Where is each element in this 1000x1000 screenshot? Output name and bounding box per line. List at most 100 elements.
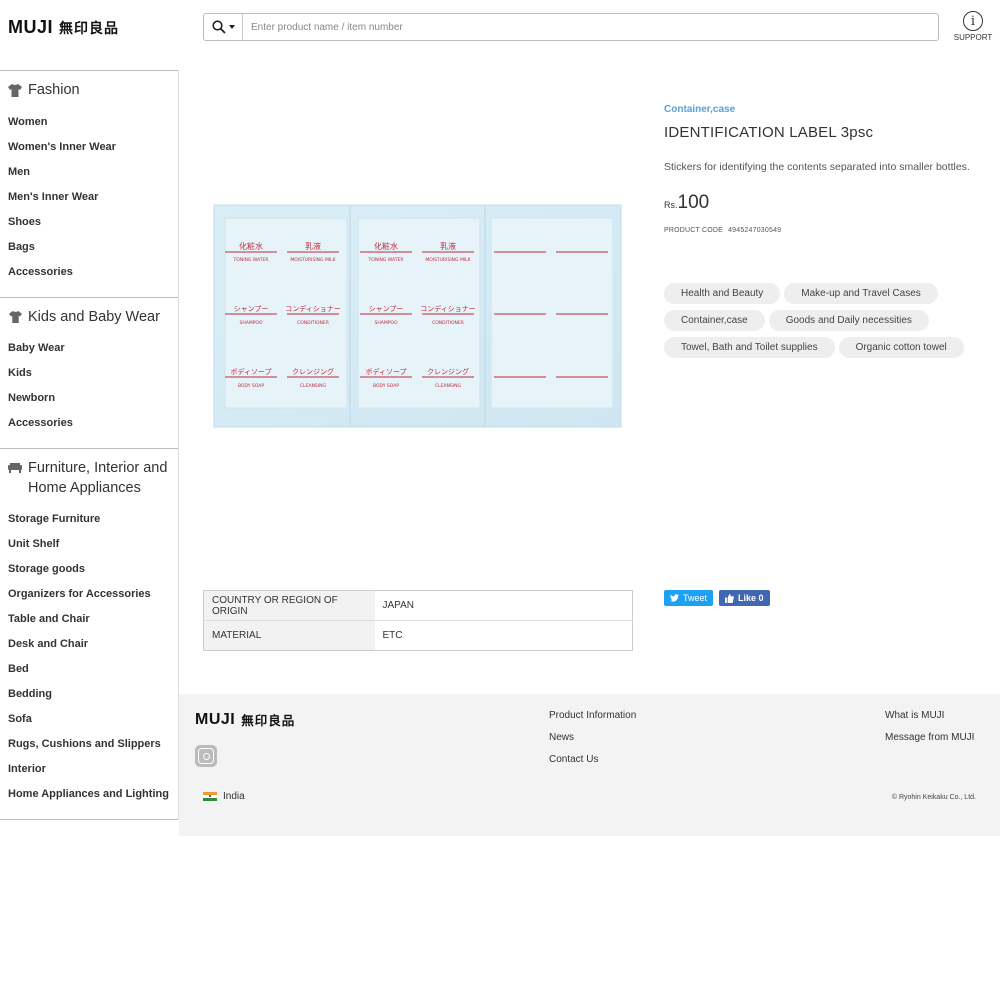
search-input[interactable] <box>243 14 938 40</box>
footer-muji-logo[interactable]: MUJI 無印良品 <box>195 710 295 729</box>
tag-health-and-beauty[interactable]: Health and Beauty <box>664 283 781 304</box>
sidebar-heading-fashion[interactable]: Fashion <box>0 81 178 101</box>
footer-link-contact-us[interactable]: Contact Us <box>549 754 636 776</box>
sidebar-item-newborn[interactable]: Newborn <box>0 386 178 411</box>
instagram-lens <box>202 752 210 760</box>
support-label: SUPPORT <box>953 33 993 42</box>
sticker-label-en: CLEANSING <box>300 383 326 389</box>
table-row: MATERIAL ETC <box>203 620 633 651</box>
tag-organic-cotton-towel[interactable]: Organic cotton towel <box>838 337 964 358</box>
sidebar-item-accessories[interactable]: Accessories <box>0 260 178 285</box>
sidebar-item-kids[interactable]: Kids <box>0 361 178 386</box>
sidebar-item-baby-wear[interactable]: Baby Wear <box>0 336 178 361</box>
sidebar-item-sofa[interactable]: Sofa <box>0 707 178 732</box>
sidebar-section-fashion: Fashion Women Women's Inner Wear Men Men… <box>0 70 178 297</box>
sidebar-item-womens-inner-wear[interactable]: Women's Inner Wear <box>0 135 178 160</box>
sidebar-item-desk-and-chair[interactable]: Desk and Chair <box>0 632 178 657</box>
product-description: Stickers for identifying the contents se… <box>664 161 970 173</box>
tag-container-case[interactable]: Container,case <box>664 310 765 331</box>
footer-logo-latin: MUJI <box>195 710 236 728</box>
spec-value: ETC <box>374 620 633 651</box>
footer-links-column-1: Product Information News Contact Us <box>549 710 636 776</box>
product-category-link[interactable]: Container,case <box>664 104 735 115</box>
sticker-label-en: BODY SOAP <box>373 383 399 389</box>
sidebar-heading-furniture[interactable]: Furniture, Interior and Home Appliances <box>0 459 178 498</box>
product-price: Rs.100 <box>664 192 709 214</box>
sidebar-item-women[interactable]: Women <box>0 110 178 135</box>
thumbs-up-icon <box>725 593 734 603</box>
region-selector[interactable]: India <box>203 791 245 802</box>
sidebar-heading-kids[interactable]: Kids and Baby Wear <box>0 308 178 328</box>
copyright: © Ryohin Keikaku Co., Ltd. <box>891 794 976 801</box>
sidebar-item-unit-shelf[interactable]: Unit Shelf <box>0 532 178 557</box>
sticker-label-jp: コンディショナー <box>420 304 476 313</box>
tag-makeup-travel-cases[interactable]: Make-up and Travel Cases <box>784 283 938 304</box>
sidebar-item-rugs[interactable]: Rugs, Cushions and Slippers <box>0 732 178 757</box>
india-flag-icon <box>203 791 217 802</box>
footer-link-message-from-muji[interactable]: Message from MUJI <box>885 732 974 754</box>
sidebar-item-home-appliances[interactable]: Home Appliances and Lighting <box>0 782 178 807</box>
caret-down-icon <box>228 25 235 29</box>
sticker-label-jp: クレンジング <box>292 367 334 376</box>
sidebar-item-bags[interactable]: Bags <box>0 235 178 260</box>
product-code: PRODUCT CODE 4945247030549 <box>664 227 781 234</box>
table-row: COUNTRY OR REGION OF ORIGIN JAPAN <box>203 590 633 621</box>
muji-logo[interactable]: MUJI 無印良品 <box>8 17 119 38</box>
tag-towel-bath-toilet[interactable]: Towel, Bath and Toilet supplies <box>664 337 835 358</box>
facebook-like-button[interactable]: Like 0 <box>719 590 770 606</box>
sidebar-item-men[interactable]: Men <box>0 160 178 185</box>
sticker-label-en: TONING WATER <box>368 257 404 263</box>
sticker-label-jp: クレンジング <box>427 367 469 376</box>
sidebar-item-bed[interactable]: Bed <box>0 657 178 682</box>
sticker-label-en: SHAMPOO <box>240 320 263 326</box>
sticker-label-jp: シャンプー <box>369 305 404 313</box>
tweet-label: Tweet <box>683 593 708 603</box>
logo-latin: MUJI <box>8 17 54 37</box>
sidebar-item-storage-furniture[interactable]: Storage Furniture <box>0 507 178 532</box>
price-currency: Rs. <box>664 200 678 210</box>
kids-shirt-icon <box>8 308 22 326</box>
spec-key: COUNTRY OR REGION OF ORIGIN <box>203 590 375 621</box>
header: MUJI 無印良品 i SUPPORT <box>0 0 1000 56</box>
footer-link-what-is-muji[interactable]: What is MUJI <box>885 710 974 732</box>
sidebar-item-storage-goods[interactable]: Storage goods <box>0 557 178 582</box>
sticker-label-en: MOISTURISING MILK <box>290 257 336 263</box>
sticker-label-en: MOISTURISING MILK <box>425 257 471 263</box>
sidebar-item-bedding[interactable]: Bedding <box>0 682 178 707</box>
sticker-label-jp: ボディソープ <box>230 367 271 376</box>
sticker-label-jp: 化粧水 <box>239 241 263 251</box>
sticker-label-en: CLEANSING <box>435 383 461 389</box>
social-buttons: Tweet Like 0 <box>664 590 770 606</box>
sticker-label-en: TONING WATER <box>233 257 269 263</box>
sidebar-heading-label: Fashion <box>28 82 80 98</box>
sidebar-section-furniture: Furniture, Interior and Home Appliances … <box>0 448 178 820</box>
sidebar-item-organizers[interactable]: Organizers for Accessories <box>0 582 178 607</box>
footer-logo-japanese: 無印良品 <box>241 713 296 728</box>
tag-goods-daily-necessities[interactable]: Goods and Daily necessities <box>768 310 929 331</box>
sticker-label-en: SHAMPOO <box>375 320 398 326</box>
sidebar-item-interior[interactable]: Interior <box>0 757 178 782</box>
footer-link-news[interactable]: News <box>549 732 636 754</box>
sidebar-item-kids-accessories[interactable]: Accessories <box>0 411 178 436</box>
sticker-label-jp: ボディソープ <box>365 367 406 376</box>
spec-value: JAPAN <box>382 600 415 611</box>
instagram-icon[interactable] <box>195 745 217 767</box>
tweet-button[interactable]: Tweet <box>664 590 714 606</box>
sidebar-item-table-and-chair[interactable]: Table and Chair <box>0 607 178 632</box>
search-button[interactable] <box>204 14 243 40</box>
product-code-value: 4945247030549 <box>728 227 782 234</box>
spec-key: MATERIAL <box>203 620 375 651</box>
sidebar-item-mens-inner-wear[interactable]: Men's Inner Wear <box>0 185 178 210</box>
sidebar-section-kids: Kids and Baby Wear Baby Wear Kids Newbor… <box>0 296 178 449</box>
footer-link-product-information[interactable]: Product Information <box>549 710 636 732</box>
footer: MUJI 無印良品 India Product Information News… <box>179 694 1000 836</box>
search-bar <box>203 13 939 41</box>
info-icon: i <box>963 11 983 31</box>
region-label: India <box>223 791 245 802</box>
product-image[interactable]: 化粧水 乳液 TONING WATER MOISTURISING MILK シャ… <box>213 204 622 428</box>
sidebar-item-shoes[interactable]: Shoes <box>0 210 178 235</box>
sticker-label-en: CONDITIONER <box>297 320 329 326</box>
footer-links-column-2: What is MUJI Message from MUJI <box>885 710 974 754</box>
search-icon <box>211 20 226 34</box>
support-button[interactable]: i SUPPORT <box>953 11 993 42</box>
